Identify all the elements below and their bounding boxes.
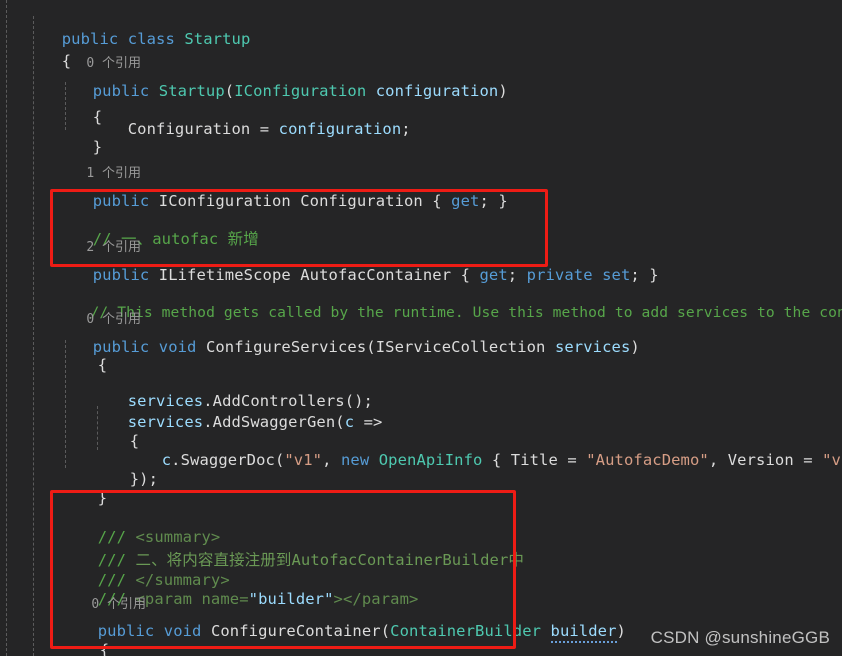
code-line-25: } — [62, 628, 109, 654]
code-line-10-comment: // This method gets called by the runtim… — [55, 274, 842, 321]
watermark-text: CSDN @sunshineGGB — [650, 628, 830, 647]
token-method-configurecontainer: ConfigureContainer — [210, 622, 381, 640]
token-type-containerbuilder: ContainerBuilder — [390, 622, 542, 640]
code-line-5: Configuration = configuration; — [127, 120, 411, 138]
code-line-6: } — [55, 108, 102, 156]
token-keyword-new: new — [340, 451, 370, 469]
code-editor[interactable]: public class Startup { 0 个引用 public Star… — [0, 0, 842, 656]
code-line-16: c.SwaggerDoc("v1", new OpenApiInfo { Tit… — [124, 421, 842, 469]
indent-guide-level-0 — [6, 0, 7, 656]
token-field-configuration: Configuration — [127, 120, 251, 138]
token-method-swaggerdoc: SwaggerDoc — [180, 451, 275, 469]
token-close-lambda: }); — [129, 470, 159, 488]
code-line-23: public void ConfigureContainer(Container… — [60, 592, 626, 643]
token-method-configureservices: ConfigureServices — [205, 338, 367, 356]
token-string-v1: "v1" — [284, 451, 323, 469]
token-lambda-param-c: c — [161, 451, 172, 469]
token-string-autofacdemo: "AutofacDemo" — [586, 451, 709, 469]
token-keyword-void: void — [163, 622, 202, 640]
code-line-12: { — [60, 326, 107, 374]
token-string-v1-2: "v1" — [822, 451, 842, 469]
token-type-openapiinfo: OpenApiInfo — [378, 451, 483, 469]
token-type-startup: Startup — [184, 30, 251, 48]
token-prop-version: Version — [727, 451, 794, 469]
token-keyword-void: void — [158, 338, 197, 356]
token-param-builder: builder — [550, 622, 617, 643]
token-keyword-get: get — [451, 192, 480, 210]
token-param-services: services — [554, 338, 631, 356]
code-line-7: public IConfiguration Configuration { ge… — [92, 192, 508, 210]
indent-guide-level-1 — [33, 16, 34, 656]
token-type-iservicecollection: IServiceCollection — [375, 338, 546, 356]
token-prop-configuration: Configuration — [300, 192, 423, 210]
csdn-watermark: CSDN @sunshineGGB — [651, 628, 830, 648]
token-param-configuration: configuration — [278, 120, 402, 138]
token-prop-title: Title — [510, 451, 558, 469]
code-line-18: } — [60, 459, 107, 507]
code-line-3: public Startup(IConfiguration configurat… — [92, 82, 508, 100]
code-line-11: public void ConfigureServices(IServiceCo… — [92, 338, 640, 356]
code-line-9: public ILifetimeScope AutofacContainer {… — [92, 266, 659, 284]
